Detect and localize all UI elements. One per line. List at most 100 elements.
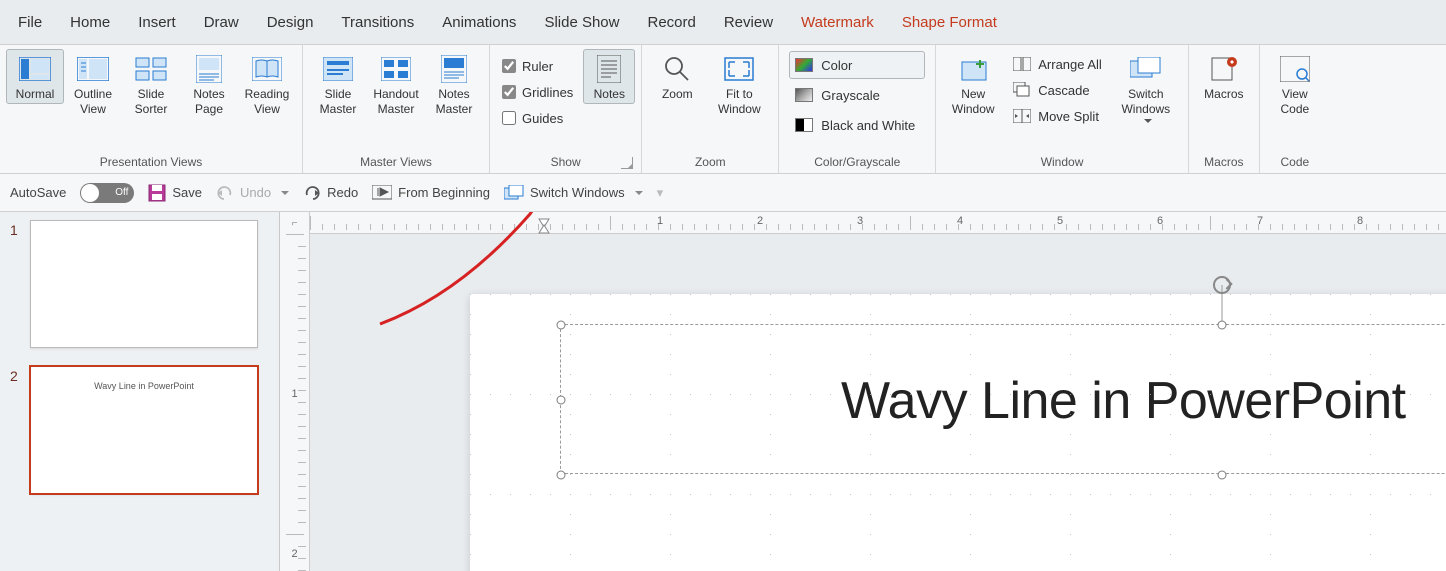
gridlines-checkbox[interactable]: Gridlines: [498, 79, 577, 105]
menu-draw[interactable]: Draw: [202, 10, 241, 35]
reading-label: Reading View: [245, 87, 290, 117]
menu-review[interactable]: Review: [722, 10, 775, 35]
move-split-button[interactable]: Move Split: [1008, 103, 1106, 129]
grayscale-label: Grayscale: [821, 88, 880, 103]
notes-button[interactable]: Notes: [583, 49, 635, 104]
notes-page-label: Notes Page: [193, 87, 224, 117]
ruler-checkbox-input[interactable]: [502, 59, 516, 73]
menu-shape-format[interactable]: Shape Format: [900, 10, 999, 35]
zoom-icon: [661, 55, 693, 83]
gridlines-checkbox-input[interactable]: [502, 85, 516, 99]
new-window-button[interactable]: New Window: [942, 49, 1004, 119]
normal-view-icon: [19, 55, 51, 83]
title-text-frame[interactable]: Wavy Line in PowerPoint: [560, 324, 1446, 474]
canvas[interactable]: Wavy Line in PowerPoint: [310, 234, 1446, 571]
menu-design[interactable]: Design: [265, 10, 316, 35]
guides-checkbox[interactable]: Guides: [498, 105, 577, 131]
cascade-icon: [1012, 81, 1032, 99]
normal-view-button[interactable]: Normal: [6, 49, 64, 104]
macros-icon: [1208, 55, 1240, 83]
cascade-button[interactable]: Cascade: [1008, 77, 1106, 103]
color-button[interactable]: Color: [789, 51, 925, 79]
autosave-toggle[interactable]: Off: [80, 183, 134, 203]
slide-sorter-button[interactable]: Slide Sorter: [122, 49, 180, 119]
fit-to-window-button[interactable]: Fit to Window: [706, 49, 772, 119]
macros-button[interactable]: Macros: [1195, 49, 1253, 104]
thumbnail-2-preview[interactable]: Wavy Line in PowerPoint: [30, 366, 258, 494]
handle-tr[interactable]: [1218, 321, 1227, 330]
thumbnail-1-number: 1: [10, 220, 22, 348]
slide-canvas[interactable]: Wavy Line in PowerPoint: [470, 294, 1446, 571]
handle-ml[interactable]: [557, 396, 566, 405]
slide-sorter-icon: [135, 55, 167, 83]
menu-transitions[interactable]: Transitions: [339, 10, 416, 35]
autosave-label: AutoSave: [10, 185, 66, 200]
thumbnail-1-preview[interactable]: [30, 220, 258, 348]
group-label-zoom: Zoom: [648, 153, 772, 173]
menu-insert[interactable]: Insert: [136, 10, 178, 35]
guides-checkbox-input[interactable]: [502, 111, 516, 125]
slide-master-button[interactable]: Slide Master: [309, 49, 367, 119]
arrange-all-button[interactable]: Arrange All: [1008, 51, 1106, 77]
menu-record[interactable]: Record: [645, 10, 697, 35]
grayscale-button[interactable]: Grayscale: [789, 81, 925, 109]
qat-switch-windows-button[interactable]: Switch Windows: [504, 185, 643, 201]
thumbnail-2-title: Wavy Line in PowerPoint: [31, 381, 257, 391]
handle-br[interactable]: [1218, 471, 1227, 480]
undo-icon: [216, 185, 234, 201]
thumbnail-1[interactable]: 1: [10, 220, 269, 348]
qat-customize-icon[interactable]: ▾: [657, 185, 664, 201]
ruler-checkbox[interactable]: Ruler: [498, 53, 577, 79]
notes-master-button[interactable]: Notes Master: [425, 49, 483, 119]
redo-icon: [303, 185, 321, 201]
handle-tl[interactable]: [557, 321, 566, 330]
menu-watermark[interactable]: Watermark: [799, 10, 876, 35]
handout-master-button[interactable]: Handout Master: [367, 49, 425, 119]
arrange-all-icon: [1012, 55, 1032, 73]
undo-button[interactable]: Undo: [216, 185, 289, 201]
group-label-presentation-views: Presentation Views: [6, 153, 296, 173]
zoom-button[interactable]: Zoom: [648, 49, 706, 104]
slide-editor[interactable]: ⌐ 123456789 12: [280, 212, 1446, 571]
save-button[interactable]: Save: [148, 184, 202, 202]
notes-page-button[interactable]: Notes Page: [180, 49, 238, 119]
view-code-icon: [1279, 55, 1311, 83]
black-white-button[interactable]: Black and White: [789, 111, 925, 139]
view-code-button[interactable]: View Code: [1266, 49, 1324, 119]
qat-switch-windows-dropdown-icon[interactable]: [631, 185, 643, 200]
zoom-label: Zoom: [662, 87, 693, 102]
slide-title-text[interactable]: Wavy Line in PowerPoint: [841, 371, 1406, 431]
vertical-ruler[interactable]: 12: [280, 234, 310, 571]
menu-file[interactable]: File: [16, 10, 44, 35]
outline-label: Outline View: [74, 87, 112, 117]
menu-slide-show[interactable]: Slide Show: [542, 10, 621, 35]
group-code: View Code Code: [1260, 45, 1330, 173]
undo-dropdown-icon[interactable]: [277, 185, 289, 200]
thumbnail-2[interactable]: 2 Wavy Line in PowerPoint: [10, 366, 269, 494]
menu-animations[interactable]: Animations: [440, 10, 518, 35]
horizontal-ruler[interactable]: ⌐ 123456789: [280, 212, 1446, 234]
notes-page-icon: [193, 55, 225, 83]
normal-label: Normal: [16, 87, 55, 102]
quick-access-toolbar: AutoSave Off Save Undo Redo From Beginni…: [0, 174, 1446, 212]
undo-label: Undo: [240, 185, 271, 200]
show-launcher[interactable]: [621, 157, 633, 169]
autosave-state: Off: [115, 187, 128, 198]
handle-bl[interactable]: [557, 471, 566, 480]
switch-windows-button[interactable]: Switch Windows: [1110, 49, 1182, 127]
from-beginning-button[interactable]: From Beginning: [372, 185, 490, 201]
redo-button[interactable]: Redo: [303, 185, 358, 201]
group-label-show: Show: [496, 153, 635, 173]
slide-thumbnails-panel[interactable]: 1 2 Wavy Line in PowerPoint: [0, 212, 280, 571]
reading-view-button[interactable]: Reading View: [238, 49, 296, 119]
save-icon: [148, 184, 166, 202]
group-presentation-views: Normal Outline View Slide Sorter Notes P…: [0, 45, 303, 173]
qat-switch-windows-label: Switch Windows: [530, 185, 625, 200]
menu-home[interactable]: Home: [68, 10, 112, 35]
outline-view-button[interactable]: Outline View: [64, 49, 122, 119]
gridlines-label: Gridlines: [522, 85, 573, 100]
handout-master-label: Handout Master: [373, 87, 418, 117]
new-window-icon: [957, 55, 989, 83]
group-label-window: Window: [942, 153, 1182, 173]
rotate-handle[interactable]: [1213, 276, 1231, 294]
